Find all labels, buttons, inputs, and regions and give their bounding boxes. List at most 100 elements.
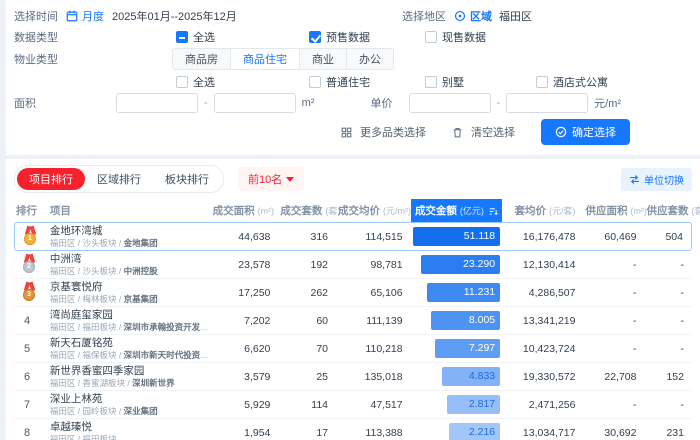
- tab-commercial[interactable]: 商业: [300, 49, 347, 69]
- deal-units-cell: 316: [278, 222, 337, 251]
- table-row[interactable]: 4 4 湾尚庭玺家园 福田区 / 福田板块 / 深圳市承翰投资开发集团有... …: [14, 307, 692, 335]
- rank-toolbar: 项目排行 区域排行 板块排行 前10名 单位切换: [14, 165, 692, 193]
- unit-avg-price-cell: 10,423,724: [502, 335, 584, 363]
- supply-units-cell: 231: [645, 419, 693, 440]
- deal-area-cell: 6,620: [210, 335, 279, 363]
- checkbox-presale-data[interactable]: 预售数据: [309, 29, 419, 45]
- header-deal-amount-sorted[interactable]: 成交金额 (亿元): [410, 199, 503, 222]
- checkbox-select-all-data[interactable]: 全选: [176, 29, 303, 45]
- area-range: - m²: [116, 93, 315, 113]
- checkbox-label: 全选: [193, 31, 215, 44]
- top-n-dropdown[interactable]: 前10名: [238, 167, 305, 191]
- checkbox-label: 现售数据: [442, 31, 486, 44]
- data-type-label: 数据类型: [14, 31, 58, 44]
- checkbox-ordinary-residence[interactable]: 普通住宅: [309, 74, 419, 90]
- project-path: 福田区 / 梅林板块 / 京基集团: [49, 294, 158, 304]
- amount-value: 4.833: [468, 370, 496, 382]
- time-filter-row: 选择时间 月度 2025年01月--2025年12月 选择地区 区域 福田区: [14, 6, 690, 25]
- supply-area-cell: 60,469: [583, 222, 645, 251]
- price-min-input[interactable]: [408, 93, 491, 113]
- time-range[interactable]: 2025年01月--2025年12月: [112, 8, 237, 24]
- amount-value: 23.290: [463, 258, 496, 270]
- region-type[interactable]: 区域: [470, 8, 492, 24]
- header-supply-area: 供应面积 (m²): [585, 205, 647, 217]
- amount-value: 8.005: [468, 314, 496, 326]
- supply-units-cell: -: [644, 307, 692, 335]
- area-max-input[interactable]: [213, 93, 296, 113]
- rank-cell: 5 5: [14, 335, 48, 363]
- amount-value: 2.817: [468, 398, 496, 410]
- target-icon: [454, 10, 466, 22]
- supply-units-cell: 152: [644, 363, 692, 391]
- deal-units-cell: 17: [278, 419, 336, 440]
- project-name[interactable]: 深业上林苑: [50, 393, 209, 405]
- unit-avg-price-cell: 16,176,478: [502, 222, 584, 251]
- checkbox-villa[interactable]: 别墅: [425, 74, 530, 90]
- price-max-input[interactable]: [506, 93, 589, 113]
- time-mode[interactable]: 月度: [82, 8, 104, 24]
- checkbox-serviced-apartment[interactable]: 酒店式公寓: [536, 74, 608, 90]
- table-row[interactable]: 3 3 京基寰悦府 福田区 / 梅林板块 / 京基集团 17,250 262 6…: [14, 279, 692, 307]
- ranking-table: 排行 项目 成交面积 (m²) 成交套数 (套) 成交均价 (元/m²) 成交金…: [14, 199, 700, 440]
- tab-commodity-housing[interactable]: 商品房: [173, 49, 231, 69]
- medal-icon: 1: [23, 225, 38, 245]
- project-cell: 新天石厦铭苑 福田区 / 福保板块 / 深圳市新天时代投资有限公...: [47, 335, 211, 363]
- rank-panel: 项目排行 区域排行 板块排行 前10名 单位切换 排行 项目 成交面积 (m²)…: [6, 159, 700, 440]
- supply-area-cell: -: [583, 251, 645, 279]
- table-row[interactable]: 5 5 新天石厦铭苑 福田区 / 福保板块 / 深圳市新天时代投资有限公... …: [14, 335, 692, 363]
- table-row[interactable]: 8 8 卓越瑧悦 福田区 / 福田板块 1,954 17 113,388 2.2…: [14, 419, 692, 440]
- price-range: - 元/m²: [408, 93, 621, 113]
- amount-bar: 11.231: [426, 283, 501, 302]
- deal-units-cell: 70: [278, 335, 337, 363]
- medal-icon: 2: [22, 253, 37, 273]
- unit-switch-button[interactable]: 单位切换: [621, 167, 692, 191]
- unit-avg-price-cell: 19,330,572: [502, 363, 584, 391]
- top-n-label: 前10名: [248, 174, 283, 186]
- project-name[interactable]: 中洲湾: [50, 253, 209, 265]
- project-name[interactable]: 金地环湾城: [50, 225, 209, 237]
- sort-descending-icon: [489, 207, 498, 216]
- table-row[interactable]: 6 6 新世界香蜜四季家园 福田区 / 香蜜湖板块 / 深圳新世界 3,579 …: [14, 363, 692, 391]
- area-min-input[interactable]: [116, 93, 198, 113]
- filter-panel: 选择时间 月度 2025年01月--2025年12月 选择地区 区域 福田区 数…: [6, 0, 700, 155]
- tab-office[interactable]: 办公: [347, 49, 393, 69]
- confirm-selection-label: 确定选择: [572, 127, 616, 139]
- project-path: 福田区 / 园岭板块 / 深业集团: [49, 406, 158, 416]
- checkbox-current-sale-data[interactable]: 现售数据: [425, 29, 486, 45]
- region-value[interactable]: 福田区: [499, 8, 532, 24]
- project-name[interactable]: 新天石厦铭苑: [50, 337, 209, 349]
- table-row[interactable]: 2 2 中洲湾 福田区 / 沙头板块 / 中洲控股 23,578 192 98,…: [14, 251, 692, 279]
- deal-units-cell: 262: [278, 279, 337, 307]
- more-categories-button[interactable]: 更多品类选择: [341, 124, 426, 140]
- project-name[interactable]: 新世界香蜜四季家园: [50, 365, 209, 377]
- checkbox-label: 全选: [193, 76, 215, 89]
- tab-region-ranking[interactable]: 区域排行: [85, 168, 153, 190]
- project-path: 福田区 / 沙头板块 / 中洲控股: [49, 266, 158, 276]
- amount-value: 51.118: [463, 230, 496, 242]
- rank-number: 5: [24, 342, 31, 355]
- header-deal-units: 成交套数 (套): [280, 205, 341, 217]
- project-name[interactable]: 卓越瑧悦: [50, 421, 209, 433]
- header-rank: 排行: [16, 205, 37, 217]
- deal-units-cell: 60: [278, 307, 337, 335]
- rank-cell: 7 7: [14, 391, 48, 419]
- deal-amount-cell: 4.833: [410, 363, 503, 391]
- rank-cell: 6 6: [14, 363, 48, 391]
- area-filter-label: 面积: [14, 98, 36, 110]
- table-row[interactable]: 1 1 金地环湾城 福田区 / 沙头板块 / 金地集团 44,638 316 1…: [14, 222, 692, 251]
- deal-area-cell: 44,638: [210, 222, 279, 251]
- price-range-separator: -: [496, 97, 501, 109]
- project-name[interactable]: 京基寰悦府: [50, 281, 209, 293]
- header-project: 项目: [49, 205, 71, 217]
- tab-block-ranking[interactable]: 板块排行: [153, 168, 221, 190]
- table-row[interactable]: 7 7 深业上林苑 福田区 / 园岭板块 / 深业集团 5,929 114 47…: [14, 391, 692, 419]
- tab-commodity-residence[interactable]: 商品住宅: [231, 49, 300, 69]
- checkbox-select-all-subtype[interactable]: 全选: [176, 74, 303, 90]
- confirm-selection-button[interactable]: 确定选择: [541, 119, 630, 145]
- amount-bar: 8.005: [431, 311, 501, 330]
- tab-project-ranking[interactable]: 项目排行: [17, 168, 85, 190]
- project-name[interactable]: 湾尚庭玺家园: [50, 309, 209, 321]
- deal-amount-cell: 2.817: [410, 391, 503, 419]
- deal-area-cell: 5,929: [210, 391, 279, 419]
- clear-selection-button[interactable]: 清空选择: [452, 124, 515, 140]
